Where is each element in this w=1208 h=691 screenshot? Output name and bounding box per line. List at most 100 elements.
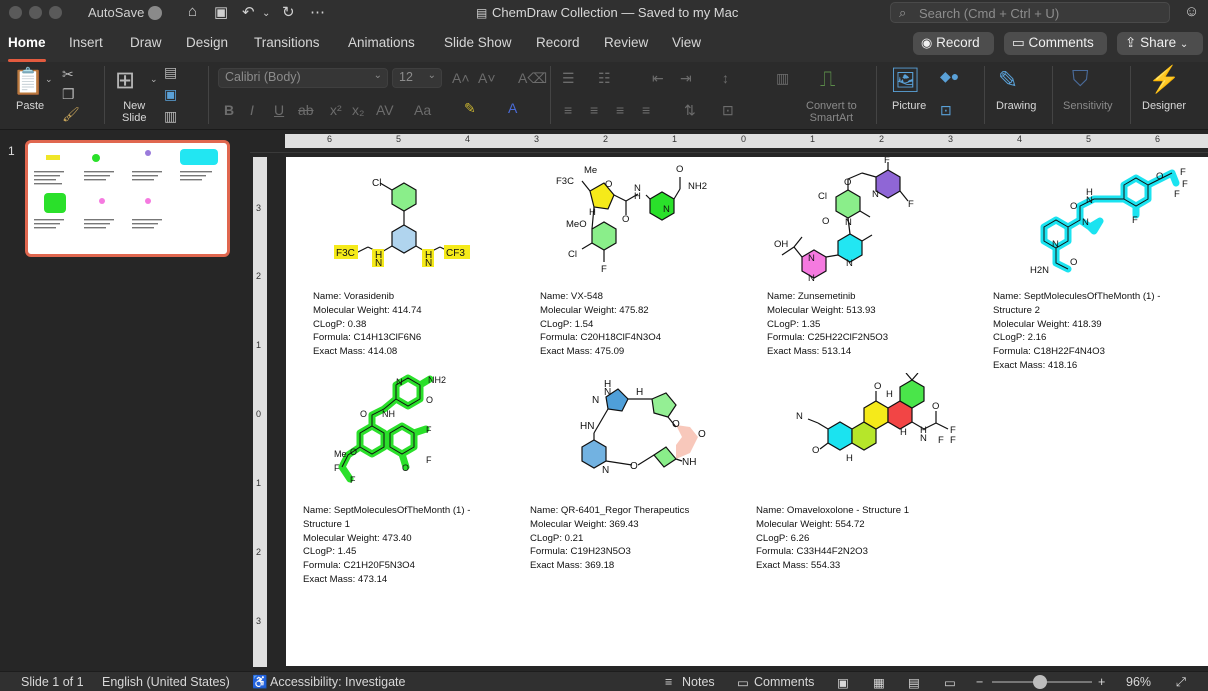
- share-button[interactable]: ⇪ Share ⌄: [1117, 32, 1203, 55]
- language-indicator[interactable]: English (United States): [102, 675, 230, 689]
- copy-icon[interactable]: ❐: [62, 86, 75, 103]
- tab-view[interactable]: View: [672, 35, 701, 50]
- picture-icon[interactable]: 🖼: [890, 66, 920, 95]
- font-size-select[interactable]: 12 ⌄: [392, 68, 442, 88]
- slide-canvas[interactable]: Cl F3C CF3 H N H N Name: Vorasidenib Mol…: [286, 157, 1208, 666]
- vorasidenib-structure[interactable]: Cl F3C CF3 H N H N: [334, 163, 474, 278]
- clear-format-icon[interactable]: A⌫: [518, 70, 547, 87]
- decrease-indent-icon[interactable]: ⇤: [652, 70, 664, 87]
- text-box-icon[interactable]: ⊡: [940, 102, 952, 119]
- paste-label[interactable]: Paste: [16, 100, 44, 112]
- justify-icon[interactable]: ≡: [642, 102, 650, 118]
- designer-label[interactable]: Designer: [1142, 100, 1186, 112]
- tab-home[interactable]: Home: [8, 35, 46, 50]
- omaveloxolone-structure[interactable]: N O O H H H H N O F F F: [794, 373, 974, 481]
- vx-548-structure[interactable]: F3C Me O H O N H O NH2 N MeO Cl F: [552, 159, 722, 279]
- shapes-icon[interactable]: ◆●: [940, 68, 959, 85]
- zoom-level[interactable]: 96%: [1126, 675, 1151, 689]
- columns-icon[interactable]: ▥: [776, 70, 789, 87]
- font-color-icon[interactable]: A: [508, 100, 517, 116]
- tab-animations[interactable]: Animations: [348, 35, 415, 50]
- minimize-window-button[interactable]: [29, 6, 42, 19]
- slide-thumbnail[interactable]: [25, 140, 230, 257]
- molecule-info-zunsemetinib[interactable]: Name: Zunsemetinib Molecular Weight: 513…: [767, 290, 888, 359]
- redo-icon[interactable]: ↻: [282, 3, 295, 21]
- account-icon[interactable]: ☺: [1184, 3, 1199, 20]
- slide-show-icon[interactable]: ▭: [944, 675, 956, 690]
- tab-design[interactable]: Design: [186, 35, 228, 50]
- normal-view-icon[interactable]: ▣: [837, 675, 849, 690]
- slide-sorter-icon[interactable]: ▦: [873, 675, 885, 690]
- paste-dropdown-icon[interactable]: ⌄: [45, 74, 53, 85]
- picture-label[interactable]: Picture: [892, 100, 926, 112]
- autosave-toggle[interactable]: [148, 6, 162, 20]
- drawing-label[interactable]: Drawing: [996, 100, 1036, 112]
- accessibility-status[interactable]: Accessibility: Investigate: [270, 675, 405, 689]
- molecule-info-sept-structure-2[interactable]: Name: SeptMoleculesOfTheMonth (1) - Stru…: [993, 290, 1160, 373]
- bullets-icon[interactable]: ☰: [562, 70, 575, 87]
- new-slide-dropdown-icon[interactable]: ⌄: [150, 74, 158, 85]
- section-icon[interactable]: ▥: [164, 108, 177, 125]
- molecule-info-vorasidenib[interactable]: Name: Vorasidenib Molecular Weight: 414.…: [313, 290, 422, 359]
- molecule-info-sept-structure-1[interactable]: Name: SeptMoleculesOfTheMonth (1) - Stru…: [303, 504, 470, 587]
- sept-structure-1[interactable]: N NH2 O O NH Me O F F O F F: [330, 371, 450, 489]
- highlight-icon[interactable]: ✎: [464, 100, 476, 117]
- align-center-icon[interactable]: ≡: [590, 102, 598, 118]
- subscript-icon[interactable]: x₂: [352, 102, 364, 118]
- line-spacing-icon[interactable]: ↕: [722, 70, 729, 86]
- italic-icon[interactable]: I: [250, 102, 254, 118]
- font-family-select[interactable]: Calibri (Body) ⌄: [218, 68, 388, 88]
- home-icon[interactable]: ⌂: [188, 3, 197, 20]
- layout-icon[interactable]: ▤: [164, 64, 177, 81]
- new-slide-label[interactable]: New Slide: [122, 100, 146, 124]
- record-button[interactable]: ◉ Record: [913, 32, 994, 55]
- tab-review[interactable]: Review: [604, 35, 648, 50]
- format-painter-icon[interactable]: 🖌: [62, 106, 80, 123]
- molecule-info-qr-6401[interactable]: Name: QR-6401_Regor Therapeutics Molecul…: [530, 504, 689, 573]
- search-box[interactable]: ⌕ Search (Cmd + Ctrl + U): [890, 2, 1170, 23]
- tab-record[interactable]: Record: [536, 35, 580, 50]
- decrease-font-icon[interactable]: A˅: [478, 70, 496, 86]
- align-right-icon[interactable]: ≡: [616, 102, 624, 118]
- text-direction-icon[interactable]: ⇅: [684, 102, 696, 119]
- undo-dropdown-icon[interactable]: ⌄: [262, 8, 270, 19]
- increase-indent-icon[interactable]: ⇥: [680, 70, 692, 87]
- sensitivity-label[interactable]: Sensitivity: [1063, 100, 1113, 112]
- smartart-icon[interactable]: ⎍: [820, 66, 835, 92]
- designer-icon[interactable]: ⚡: [1148, 64, 1180, 95]
- qr-6401-structure[interactable]: H N N H HN N O O O NH: [572, 375, 732, 485]
- numbering-icon[interactable]: ☷: [598, 70, 611, 87]
- molecule-info-omaveloxolone[interactable]: Name: Omaveloxolone - Structure 1 Molecu…: [756, 504, 909, 573]
- zoom-slider-handle[interactable]: [1033, 675, 1047, 689]
- search-input[interactable]: Search (Cmd + Ctrl + U): [919, 6, 1059, 21]
- reset-icon[interactable]: ▣: [164, 86, 177, 103]
- tab-insert[interactable]: Insert: [69, 35, 103, 50]
- change-case-icon[interactable]: Aa: [414, 102, 431, 118]
- new-slide-icon[interactable]: ⊞: [115, 66, 135, 95]
- comments-status-button[interactable]: Comments: [754, 675, 814, 689]
- underline-icon[interactable]: U: [274, 102, 284, 118]
- paste-icon[interactable]: 📋: [12, 66, 44, 97]
- increase-font-icon[interactable]: A˄: [452, 70, 470, 86]
- tab-slide-show[interactable]: Slide Show: [444, 35, 512, 50]
- drawing-icon[interactable]: ✎: [998, 66, 1018, 95]
- tab-draw[interactable]: Draw: [130, 35, 162, 50]
- sept-structure-2[interactable]: H N O N N H2N O F O F F F: [1024, 165, 1194, 280]
- zunsemetinib-structure[interactable]: F O Cl O N N F OH N N N: [772, 157, 922, 282]
- zoom-window-button[interactable]: [49, 6, 62, 19]
- align-text-icon[interactable]: ⊡: [722, 102, 734, 119]
- strikethrough-icon[interactable]: ab: [298, 102, 314, 118]
- more-icon[interactable]: ⋯: [310, 3, 325, 21]
- convert-smartart-label[interactable]: Convert to SmartArt: [806, 100, 857, 124]
- document-title[interactable]: ChemDraw Collection — Saved to my Mac: [492, 5, 738, 20]
- sensitivity-icon[interactable]: ⛉: [1072, 66, 1089, 92]
- zoom-in-button[interactable]: +: [1098, 675, 1105, 689]
- align-left-icon[interactable]: ≡: [564, 102, 572, 118]
- save-icon[interactable]: ▣: [214, 3, 228, 21]
- comments-button[interactable]: ▭ Comments: [1004, 32, 1107, 55]
- close-window-button[interactable]: [9, 6, 22, 19]
- char-spacing-icon[interactable]: AV: [376, 102, 394, 118]
- undo-icon[interactable]: ↶: [242, 3, 255, 21]
- molecule-info-vx-548[interactable]: Name: VX-548 Molecular Weight: 475.82 CL…: [540, 290, 661, 359]
- bold-icon[interactable]: B: [224, 102, 234, 118]
